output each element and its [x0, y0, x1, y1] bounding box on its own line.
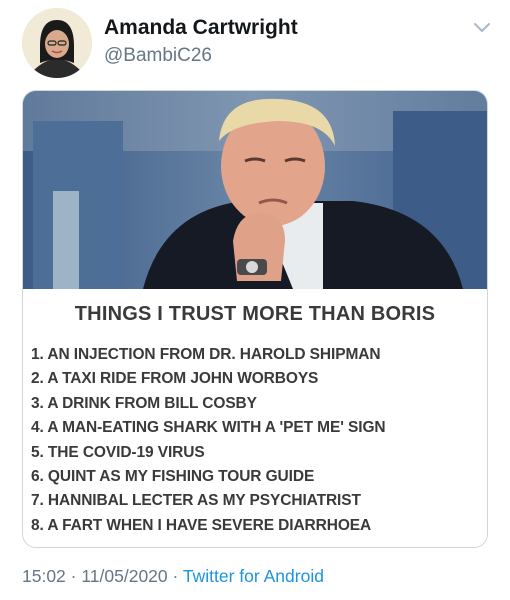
- author-handle[interactable]: @BambiC26: [104, 45, 212, 67]
- meme-title: THINGS I TRUST MORE THAN BORIS: [74, 303, 436, 325]
- tweet-date[interactable]: 11/05/2020: [81, 566, 167, 586]
- profile-photo: [22, 8, 92, 78]
- list-item: 2. A TAXI RIDE FROM JOHN WORBOYS: [31, 370, 319, 388]
- list-item: 4. A MAN-EATING SHARK WITH A 'PET ME' SI…: [31, 419, 386, 437]
- avatar[interactable]: [22, 8, 92, 78]
- list-item: 6. QUINT AS MY FISHING TOUR GUIDE: [31, 467, 315, 485]
- list-item: 1. AN INJECTION FROM DR. HAROLD SHIPMAN: [31, 346, 381, 363]
- list-item: 8. A FART WHEN I HAVE SEVERE DIARRHOEA: [31, 516, 372, 534]
- media-card[interactable]: THINGS I TRUST MORE THAN BORIS 1. AN INJ…: [22, 90, 488, 548]
- list-item: 5. THE COVID-19 VIRUS: [31, 443, 205, 461]
- tweet-photo[interactable]: [23, 91, 487, 289]
- footer-separator: ·: [167, 566, 183, 586]
- tweet-time[interactable]: 15:02: [22, 566, 66, 586]
- author-name[interactable]: Amanda Cartwright: [104, 16, 298, 40]
- footer-separator: ·: [65, 566, 82, 586]
- list-item: 3. A DRINK FROM BILL COSBY: [31, 394, 257, 412]
- tweet-source-link[interactable]: Twitter for Android: [183, 566, 324, 586]
- list-item: 7. HANNIBAL LECTER AS MY PSYCHIATRIST: [31, 492, 361, 510]
- tweet-footer: 15:02 · 11/05/2020 · Twitter for Android: [22, 566, 324, 587]
- meme-list: 1. AN INJECTION FROM DR. HAROLD SHIPMAN …: [31, 343, 481, 538]
- chevron-down-icon[interactable]: [472, 20, 492, 36]
- tweet-header: Amanda Cartwright @BambiC26: [0, 0, 510, 90]
